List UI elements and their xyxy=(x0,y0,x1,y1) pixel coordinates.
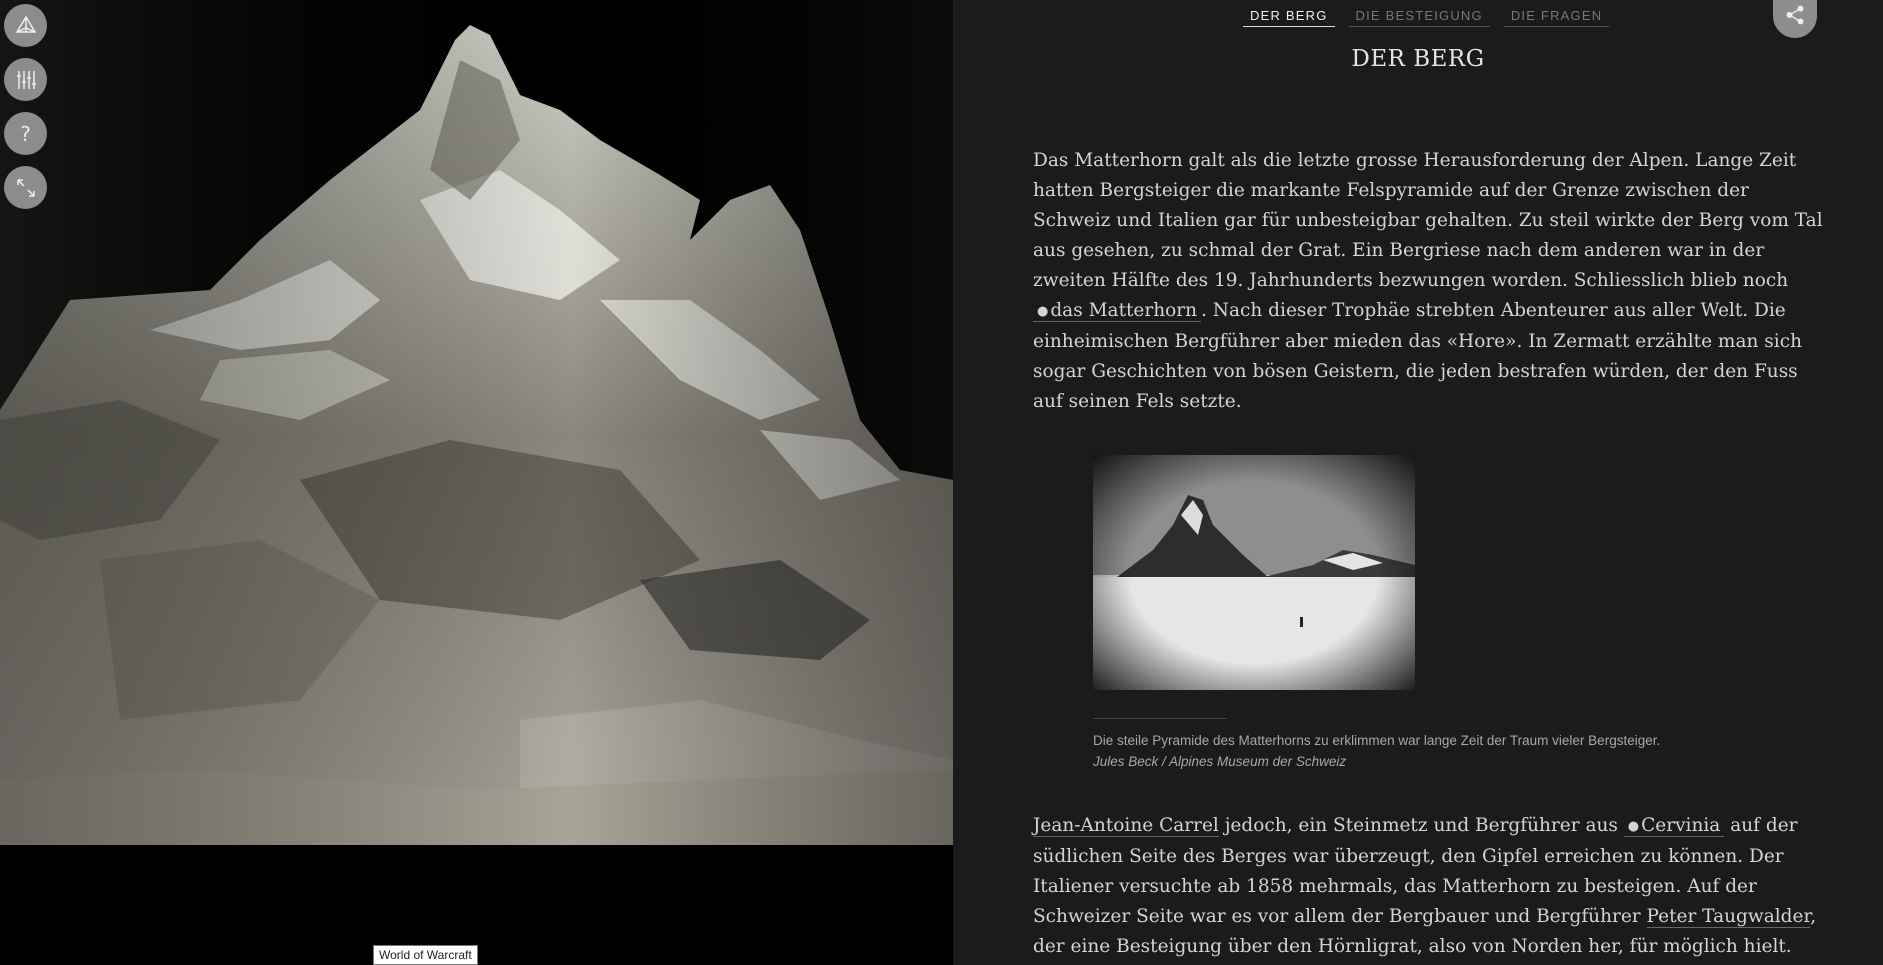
article-paragraph-1: Das Matterhorn galt als die letzte gross… xyxy=(1033,150,1823,412)
3d-view-icon[interactable] xyxy=(4,4,47,47)
map-pin-icon: ● xyxy=(1627,819,1640,834)
share-icon xyxy=(1786,5,1804,25)
figure-caption: Die steile Pyramide des Matterhorns zu e… xyxy=(1093,730,1660,772)
matterhorn-3d-model[interactable] xyxy=(0,0,953,965)
page-title: DER BERG xyxy=(1351,46,1485,72)
historic-photo[interactable] xyxy=(1093,455,1415,690)
photo-credit: Jules Beck / Alpines Museum der Schweiz xyxy=(1093,754,1347,769)
tab-die-besteigung[interactable]: DIE BESTEIGUNG xyxy=(1348,8,1490,27)
map-pin-icon: ● xyxy=(1037,304,1049,319)
tab-der-berg[interactable]: DER BERG xyxy=(1243,8,1335,27)
article-paragraph-2: Jean-Antoine Carrel jedoch, ein Steinmet… xyxy=(1033,811,1823,965)
tooltip: World of Warcraft xyxy=(373,945,478,965)
help-icon[interactable]: ? xyxy=(4,112,47,155)
3d-mountain-viewer[interactable]: ? World of Warcraft xyxy=(0,0,953,965)
link-jean-antoine-carrel[interactable]: Jean-Antoine Carrel xyxy=(1033,815,1219,837)
tab-die-fragen[interactable]: DIE FRAGEN xyxy=(1503,8,1610,27)
article-panel[interactable]: DER BERG DIE BESTEIGUNG DIE FRAGEN DER B… xyxy=(953,0,1883,965)
link-peter-taugwalder[interactable]: Peter Taugwalder xyxy=(1646,906,1811,928)
chapter-tabs: DER BERG DIE BESTEIGUNG DIE FRAGEN xyxy=(1243,8,1610,27)
settings-sliders-icon[interactable] xyxy=(4,58,47,101)
map-link-cervinia[interactable]: ● Cervinia xyxy=(1623,815,1725,837)
map-link-matterhorn[interactable]: ● das Matterhorn xyxy=(1033,300,1202,322)
matterhorn-photo-image xyxy=(1093,455,1415,690)
caption-divider xyxy=(1093,718,1227,719)
fullscreen-icon[interactable] xyxy=(4,166,47,209)
share-button[interactable] xyxy=(1773,0,1817,38)
